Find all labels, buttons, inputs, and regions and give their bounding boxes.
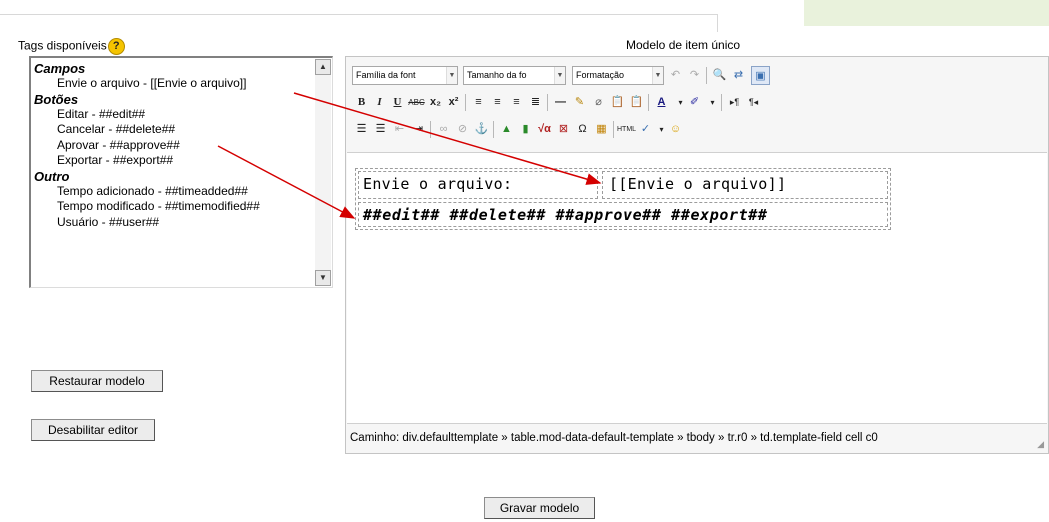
annotation-arrows bbox=[217, 92, 602, 219]
arrow-button-tags bbox=[217, 145, 356, 219]
arrow-file-tag bbox=[293, 92, 602, 185]
